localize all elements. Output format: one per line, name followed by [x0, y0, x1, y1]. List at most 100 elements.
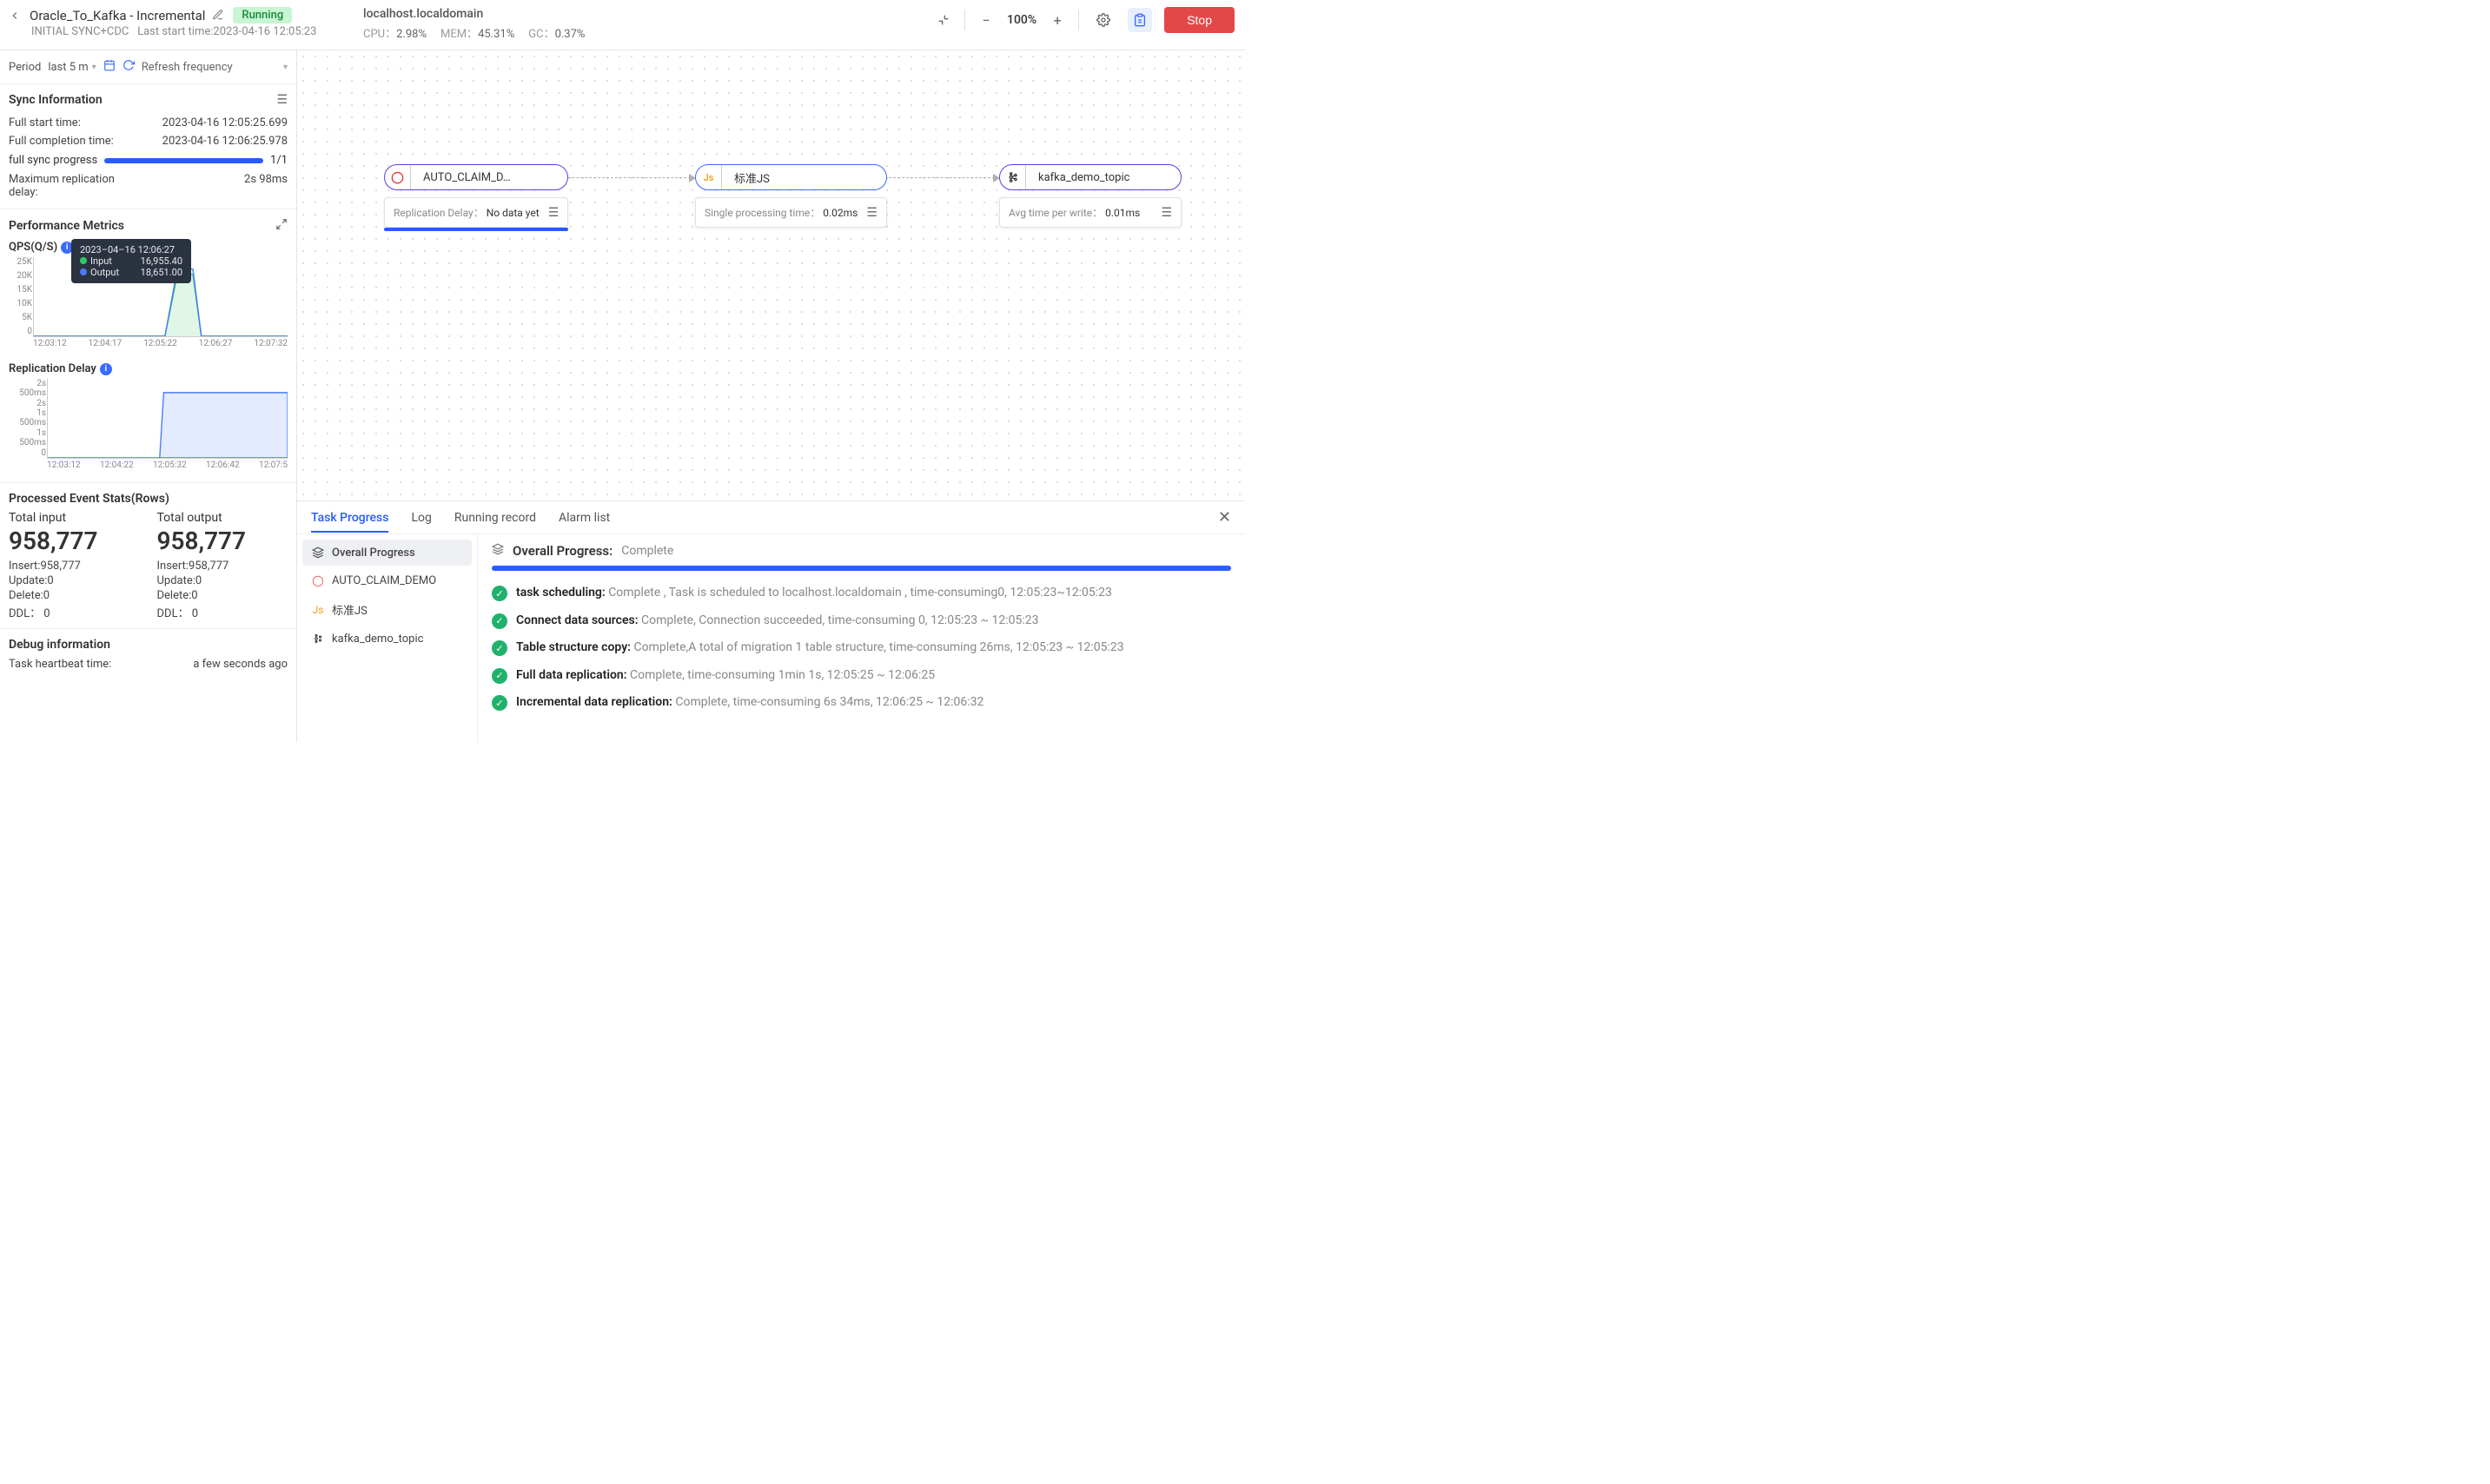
- ytick: 2s 500ms: [8, 379, 46, 398]
- gc-label: GC：: [528, 28, 554, 41]
- ytick: 5K: [8, 313, 32, 322]
- tt-time: 2023–04–16 12:06:27: [80, 244, 182, 255]
- sync-v0: 2023-04-16 12:05:25.699: [162, 116, 288, 129]
- check-icon: ✓: [492, 640, 507, 656]
- zoom-out-icon[interactable]: −: [977, 11, 995, 29]
- edit-icon[interactable]: [212, 9, 226, 23]
- collapse-icon[interactable]: [935, 11, 952, 29]
- stack-icon: [492, 543, 504, 559]
- panel-body: Overall Progress ◯AUTO_CLAIM_DEMO Js标准JS…: [297, 534, 1245, 742]
- clipboard-icon[interactable]: [1128, 8, 1152, 32]
- pl-js[interactable]: Js标准JS: [302, 595, 472, 624]
- gc-val: 0.37%: [555, 28, 586, 41]
- tab-log[interactable]: Log: [411, 504, 431, 532]
- node-source[interactable]: ◯ AUTO_CLAIM_D… Replication Delay： No da…: [384, 164, 568, 231]
- xtick: 12:07:5: [259, 460, 288, 470]
- list-icon[interactable]: ☰: [276, 93, 288, 107]
- max-delay-val: 2s 98ms: [244, 173, 288, 199]
- back-icon[interactable]: [7, 8, 23, 23]
- tab-task-progress[interactable]: Task Progress: [311, 504, 388, 532]
- calendar-icon[interactable]: [103, 59, 116, 75]
- info-icon[interactable]: i: [100, 363, 112, 375]
- out-stat: Delete:0: [157, 588, 288, 603]
- list-icon[interactable]: ☰: [1161, 206, 1172, 220]
- canvas[interactable]: ◯ AUTO_CLAIM_D… Replication Delay： No da…: [297, 50, 1245, 500]
- zoom-level: 100%: [1007, 13, 1036, 27]
- bottom-panel: Task Progress Log Running record Alarm l…: [297, 500, 1245, 742]
- tl-desc: Complete, Connection succeeded, time-con…: [641, 613, 1039, 627]
- pl-source[interactable]: ◯AUTO_CLAIM_DEMO: [302, 567, 472, 593]
- sync-prog-bar: [104, 158, 263, 163]
- perf-title: Performance Metrics: [9, 219, 124, 233]
- total-input-label: Total input: [9, 511, 140, 525]
- node-transform[interactable]: Js 标准JS Single processing time： 0.02ms ☰: [695, 164, 887, 228]
- ytick: 2s: [8, 399, 46, 408]
- list-icon[interactable]: ☰: [548, 206, 560, 220]
- tl-title: Connect data sources:: [516, 613, 639, 627]
- xtick: 12:05:32: [153, 460, 187, 470]
- overall-progress-bar: [492, 566, 1231, 571]
- tab-running-record[interactable]: Running record: [454, 504, 536, 532]
- host-metrics: CPU：2.98% MEM：45.31% GC：0.37%: [363, 24, 585, 41]
- total-input-val: 958,777: [9, 527, 140, 555]
- max-delay-label: Maximum replication delay:: [9, 173, 122, 199]
- topbar: Oracle_To_Kafka - Incremental Running IN…: [0, 0, 1245, 50]
- pl-overall[interactable]: Overall Progress: [302, 540, 472, 566]
- host-name: localhost.localdomain: [363, 7, 585, 21]
- out-stat: Update:0: [157, 573, 288, 588]
- xtick: 12:03:12: [47, 460, 81, 470]
- total-output-val: 958,777: [157, 527, 288, 555]
- hb-label: Task heartbeat time:: [9, 658, 111, 671]
- list-icon[interactable]: ☰: [866, 206, 877, 220]
- mode-label: INITIAL SYNC+CDC: [31, 25, 129, 38]
- node-sub-val: 0.02ms: [823, 207, 858, 219]
- hb-val: a few seconds ago: [193, 658, 288, 671]
- delay-chart: Replication Delayi 2s 500ms 2s 1s 500ms …: [9, 362, 288, 475]
- panel-right[interactable]: Overall Progress: Complete ✓task schedul…: [478, 534, 1245, 742]
- period-select[interactable]: last 5 m: [48, 61, 96, 74]
- sync-prog-label: full sync progress: [9, 154, 97, 167]
- ytick: 1s: [8, 428, 46, 438]
- js-icon: Js: [696, 165, 722, 189]
- fullscreen-icon[interactable]: [275, 218, 288, 234]
- settings-icon[interactable]: [1091, 8, 1116, 32]
- node-target[interactable]: kafka_demo_topic Avg time per write： 0.0…: [999, 164, 1182, 228]
- debug-section: Debug information Task heartbeat time: a…: [0, 628, 296, 680]
- qps-chart: QPS(Q/S)i 2023–04–16 12:06:27 Input16,95…: [9, 241, 288, 354]
- sidebar[interactable]: Period last 5 m Refresh frequency ▾ Sync…: [0, 50, 297, 742]
- tl-desc: Complete, time-consuming 6s 34ms, 12:06:…: [675, 695, 983, 709]
- pl-kafka[interactable]: kafka_demo_topic: [302, 626, 472, 652]
- sync-k1: Full completion time:: [9, 135, 114, 148]
- kafka-icon: [1000, 165, 1026, 189]
- node-sub-label: Avg time per write：: [1009, 207, 1103, 219]
- refresh-icon[interactable]: [123, 59, 135, 75]
- chevron-down-icon[interactable]: ▾: [283, 63, 288, 72]
- pl-label: AUTO_CLAIM_DEMO: [332, 574, 436, 587]
- node-sub-val: No data yet: [487, 207, 540, 219]
- title-row: Oracle_To_Kafka - Incremental Running: [7, 7, 337, 23]
- ytick: 0: [8, 327, 32, 336]
- cpu-val: 2.98%: [396, 28, 427, 41]
- tl-title: Full data replication:: [516, 668, 627, 682]
- tl-title: Table structure copy:: [516, 640, 631, 654]
- topbar-mid: localhost.localdomain CPU：2.98% MEM：45.3…: [363, 7, 585, 41]
- ytick: 0: [8, 448, 46, 458]
- xtick: 12:04:17: [89, 339, 123, 348]
- check-icon: ✓: [492, 586, 507, 601]
- tl-desc: Complete, time-consuming 1min 1s, 12:05:…: [630, 668, 935, 682]
- stop-button[interactable]: Stop: [1164, 7, 1235, 33]
- close-icon[interactable]: ✕: [1218, 508, 1231, 527]
- tl-title: Incremental data replication:: [516, 695, 672, 709]
- ytick: 25K: [8, 257, 32, 267]
- tabs: Task Progress Log Running record Alarm l…: [297, 501, 1245, 534]
- check-icon: ✓: [492, 668, 507, 684]
- qps-tooltip: 2023–04–16 12:06:27 Input16,955.40 Outpu…: [71, 239, 191, 283]
- topbar-left: Oracle_To_Kafka - Incremental Running IN…: [7, 7, 337, 38]
- topbar-right: − 100% + Stop: [935, 7, 1235, 33]
- total-output-label: Total output: [157, 511, 288, 525]
- body: Period last 5 m Refresh frequency ▾ Sync…: [0, 50, 1245, 742]
- tab-alarm-list[interactable]: Alarm list: [559, 504, 610, 532]
- zoom-in-icon[interactable]: +: [1049, 11, 1066, 29]
- tt-in-label: Input: [90, 255, 112, 267]
- tl-title: task scheduling:: [516, 586, 606, 600]
